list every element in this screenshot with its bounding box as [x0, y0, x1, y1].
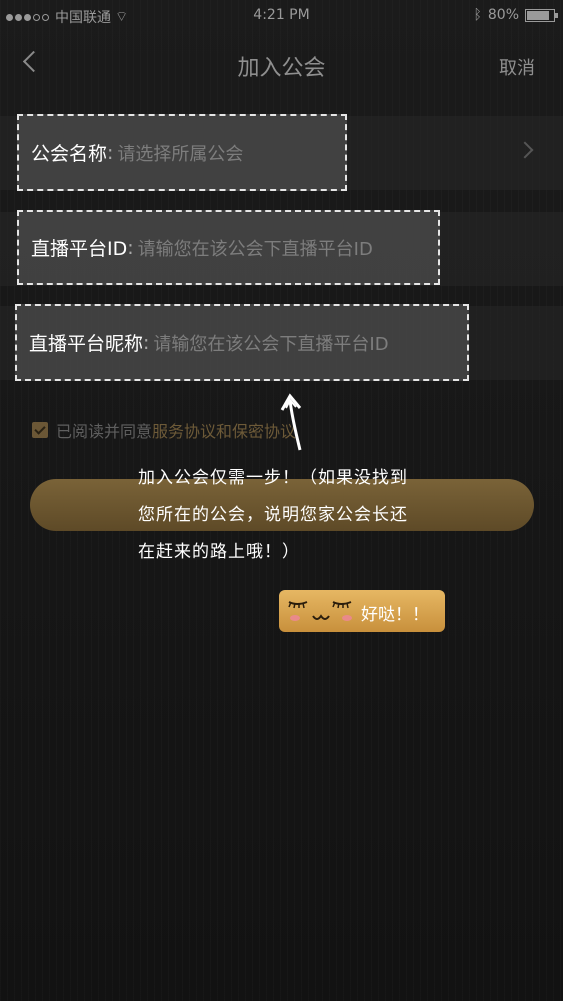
hand-drawn-arrow-icon — [280, 393, 302, 451]
guild-name-placeholder: 请选择所属公会 — [117, 143, 244, 165]
ok-badge-text: 好哒！！ — [361, 605, 429, 625]
agreement-prefix: 已阅读并同意 — [56, 422, 153, 441]
tip-annotation: 加入公会仅需一步！（如果没找到您所在的公会，说明您家公会长还在赶来的路上哦！） — [138, 468, 408, 562]
agreement-row: 已阅读并同意 服务协议和保密协议 — [32, 418, 296, 442]
status-bar: 中国联通 ⌔ 4:21 PM ᛒ 80% — [0, 0, 563, 32]
navigation-bar: 加入公会 取消 — [0, 32, 563, 96]
guild-name-label: 公会名称 — [31, 143, 108, 165]
battery-icon — [525, 8, 558, 22]
platform-id-placeholder: 请输您在该公会下直播平台ID — [137, 238, 373, 260]
platform-id-label: 直播平台ID — [31, 238, 128, 260]
bluetooth-icon: ᛒ — [473, 7, 482, 23]
happy-face-icon — [288, 601, 352, 621]
platform-nick-field[interactable]: 直播平台昵称: 请输您在该公会下直播平台ID — [15, 304, 469, 381]
battery-percent: 80% — [487, 7, 519, 23]
platform-nick-placeholder: 请输您在该公会下直播平台ID — [153, 333, 389, 355]
cancel-button[interactable]: 取消 — [499, 54, 535, 80]
platform-nick-label: 直播平台昵称 — [29, 333, 144, 355]
page-title: 加入公会 — [237, 56, 326, 81]
guild-name-field[interactable]: 公会名称: 请选择所属公会 — [17, 114, 347, 191]
platform-id-field[interactable]: 直播平台ID: 请输您在该公会下直播平台ID — [17, 210, 440, 285]
ok-badge: 好哒！！ — [279, 590, 445, 632]
agree-checkbox[interactable] — [32, 422, 48, 438]
chevron-right-icon — [516, 141, 534, 159]
